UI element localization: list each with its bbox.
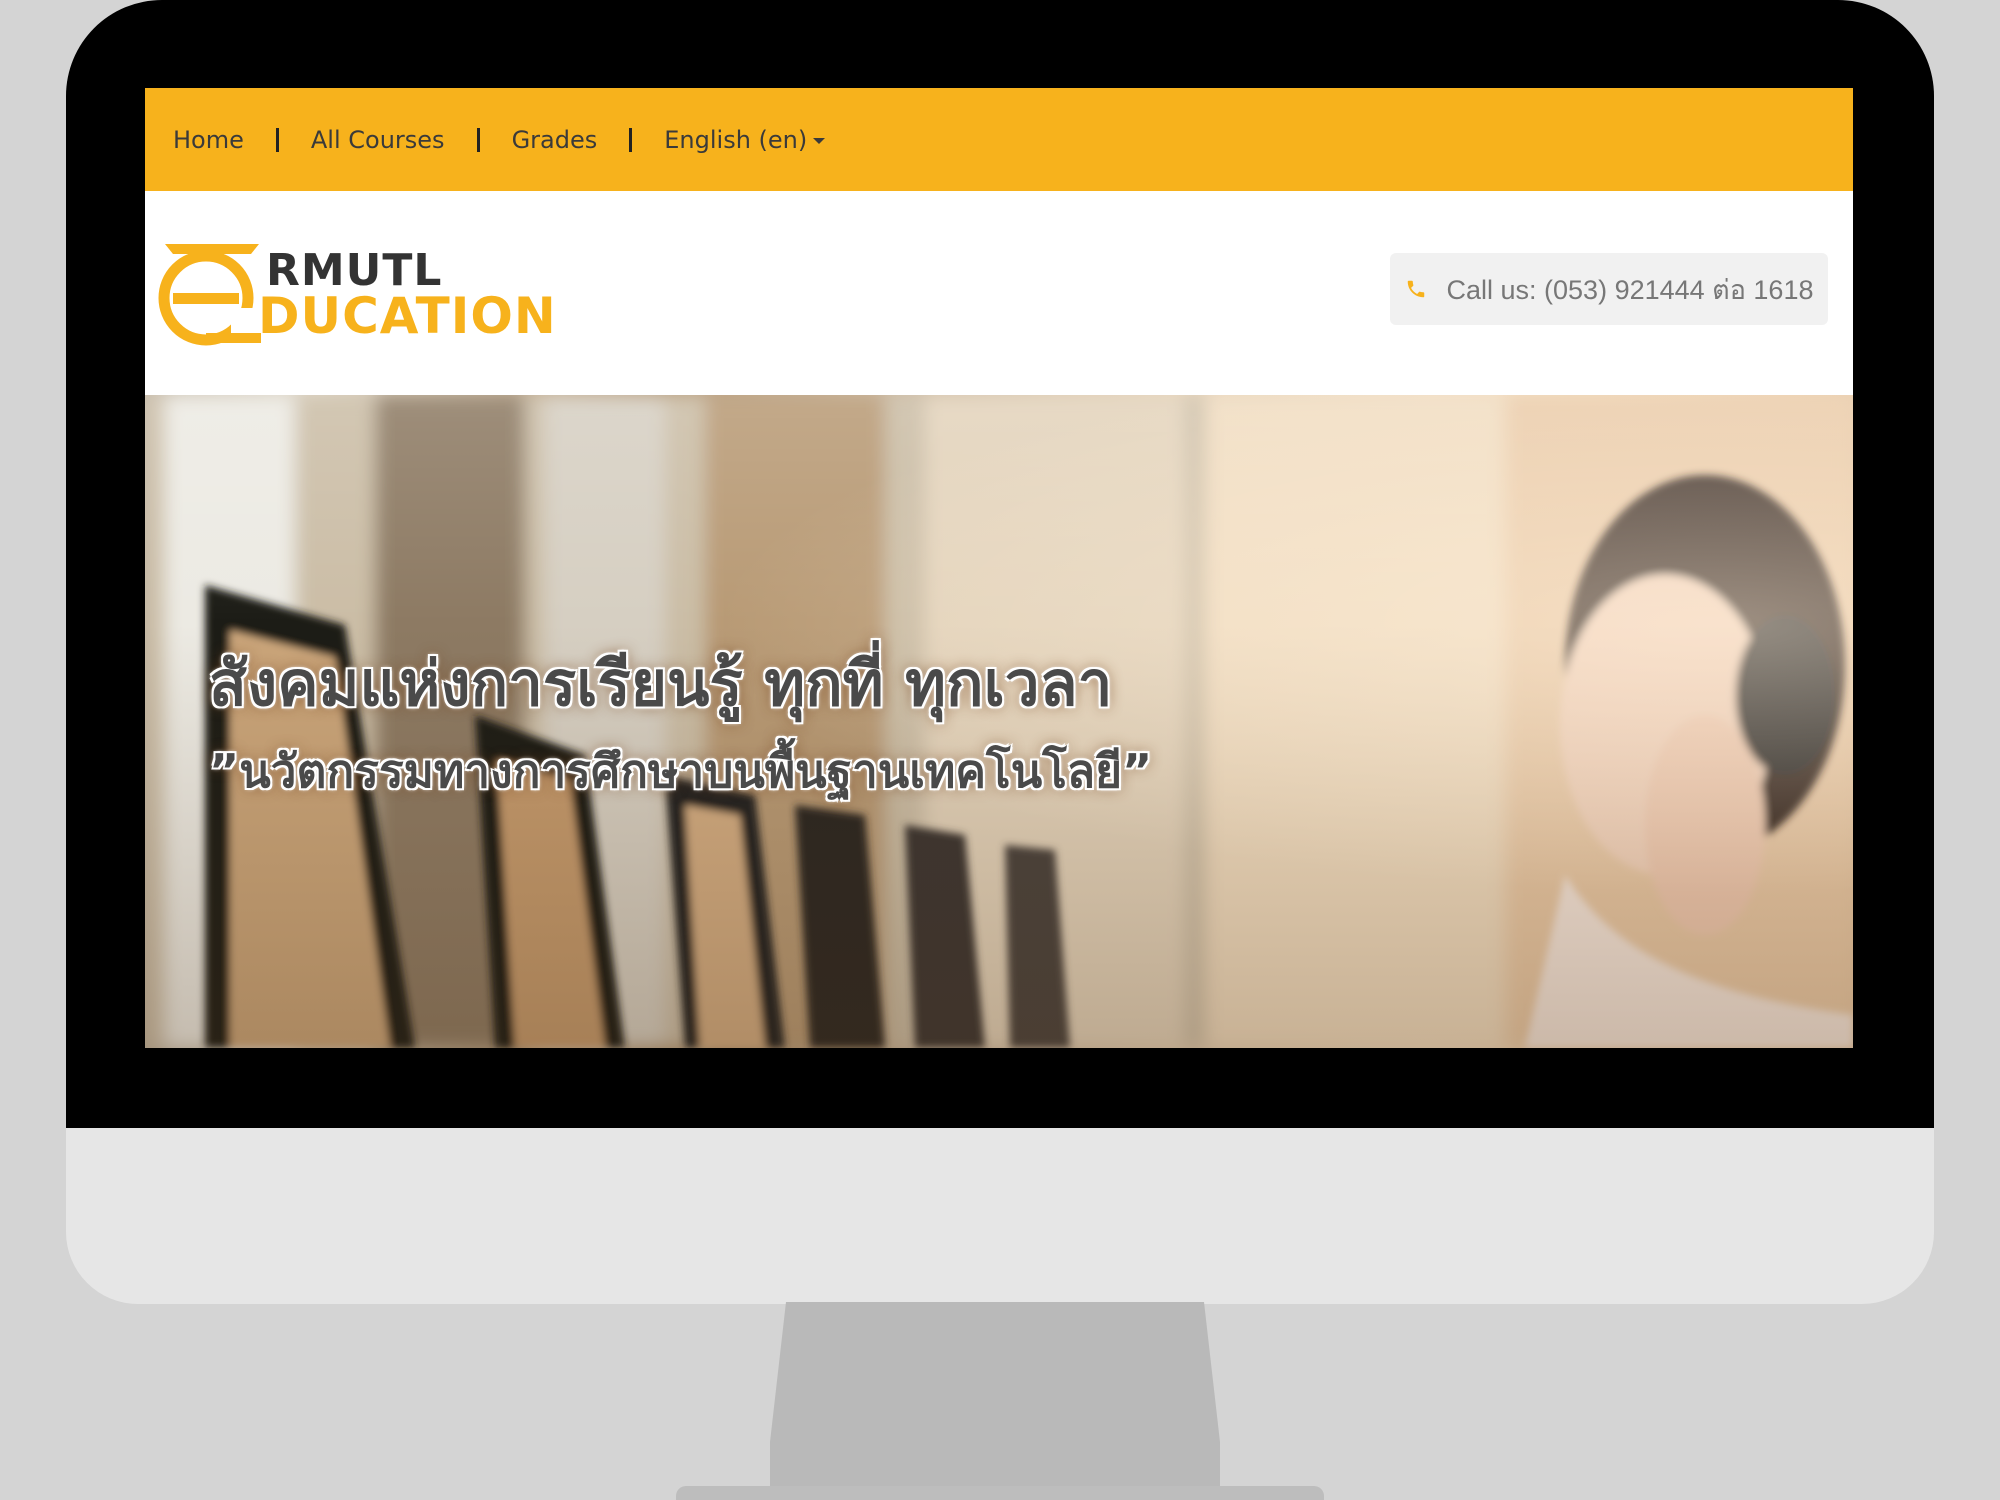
hero-headline: สังคมแห่งการเรียนรู้ ทุกที่ ทุกเวลา (209, 647, 1113, 720)
language-dropdown-label: English (en) (664, 125, 808, 154)
call-us-box: Call us: (053) 921444 ต่อ 1618 (1390, 253, 1828, 325)
monitor-stand (770, 1302, 1220, 1492)
nav-home-link[interactable]: Home (173, 126, 244, 154)
hero-subheadline: ”นวัตกรรมทางการศึกษาบนพื้นฐานเทคโนโลยี” (209, 744, 1153, 798)
graduation-cap-e-icon (158, 244, 261, 346)
nav-separator (476, 127, 480, 152)
call-us-text: Call us: (053) 921444 ต่อ 1618 (1446, 274, 1814, 305)
site-logo[interactable]: RMUTL DUCATION (151, 236, 561, 346)
site-header: RMUTL DUCATION Call us: (053) 921444 ต่อ… (145, 191, 1853, 396)
caret-down-icon (813, 137, 826, 144)
phone-icon (1407, 280, 1424, 298)
nav-grades-link[interactable]: Grades (512, 126, 598, 154)
top-navigation: Home All Courses Grades English (en) (145, 88, 1853, 191)
nav-all-courses-link[interactable]: All Courses (311, 126, 445, 154)
language-dropdown[interactable]: English (en) (664, 125, 826, 154)
monitor-chin (66, 1128, 1934, 1304)
website-screen: Home All Courses Grades English (en) RMU… (145, 88, 1853, 1048)
logo-text-education: DUCATION (258, 287, 557, 345)
monitor-foot (676, 1486, 1324, 1500)
hero-banner: สังคมแห่งการเรียนรู้ ทุกที่ ทุกเวลา ”นวั… (145, 395, 1853, 1048)
nav-separator (275, 127, 279, 152)
nav-separator (629, 127, 633, 152)
